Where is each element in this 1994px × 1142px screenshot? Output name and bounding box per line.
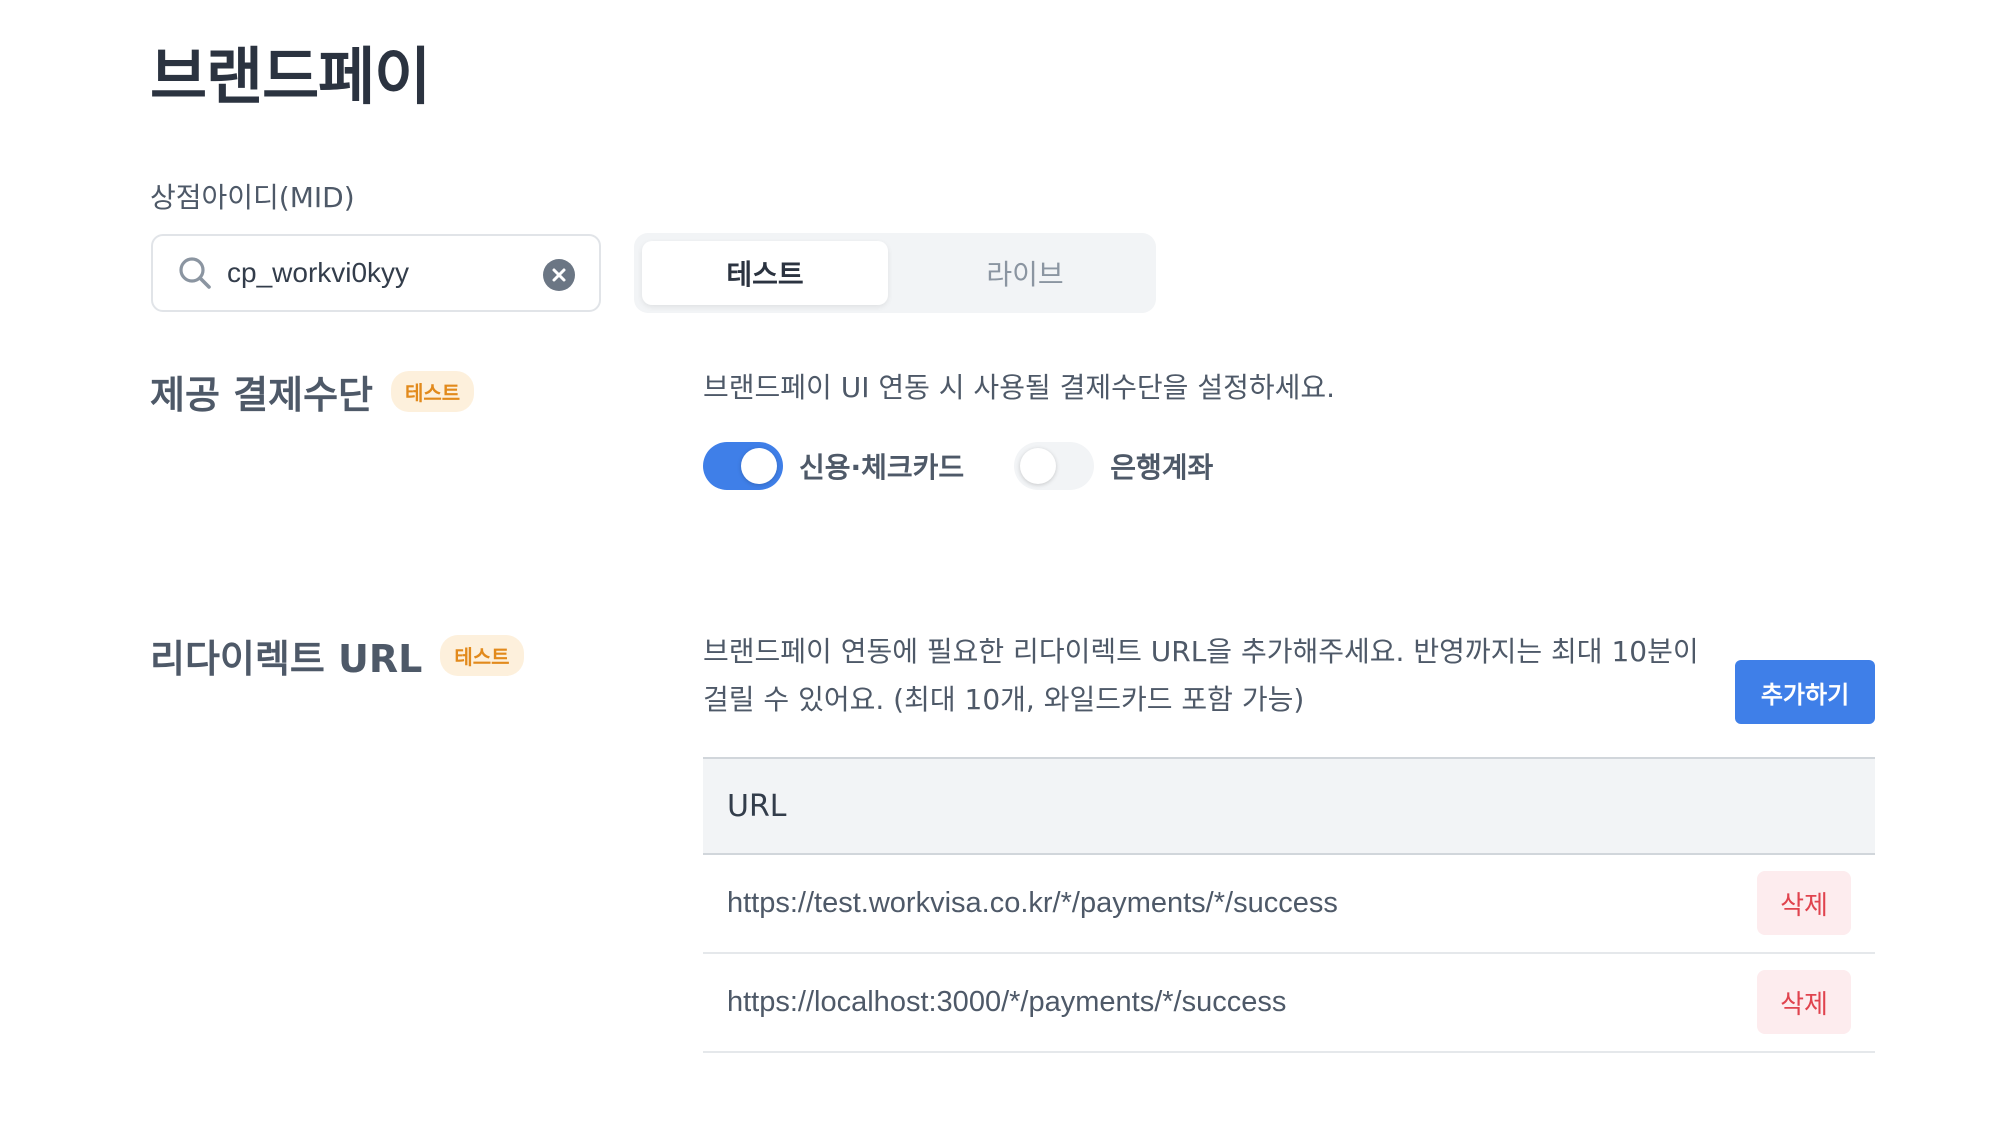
- mid-search-field[interactable]: [151, 234, 601, 312]
- delete-button[interactable]: 삭제: [1757, 871, 1851, 935]
- search-icon: [179, 257, 211, 289]
- card-toggle-label: 신용·체크카드: [799, 451, 965, 484]
- delete-button[interactable]: 삭제: [1757, 970, 1851, 1034]
- payment-methods-title: 제공 결제수단 테스트: [150, 364, 475, 419]
- card-toggle[interactable]: [703, 442, 783, 490]
- tab-live[interactable]: 라이브: [902, 241, 1148, 305]
- table-row: https://test.workvisa.co.kr/*/payments/*…: [703, 855, 1875, 954]
- bank-account-toggle[interactable]: [1014, 442, 1095, 490]
- table-header-url: URL: [703, 757, 1875, 855]
- payment-methods-description: 브랜드페이 UI 연동 시 사용될 결제수단을 설정하세요.: [703, 371, 1336, 404]
- url-cell: https://test.workvisa.co.kr/*/payments/*…: [727, 887, 1338, 919]
- mid-label: 상점아이디(MID): [150, 181, 355, 214]
- redirect-url-title-text: 리다이렉트 URL: [150, 637, 423, 681]
- url-cell: https://localhost:3000/*/payments/*/succ…: [727, 986, 1287, 1018]
- test-badge: 테스트: [391, 371, 475, 412]
- close-circle-icon[interactable]: [543, 259, 575, 291]
- redirect-description-line-1: 브랜드페이 연동에 필요한 리다이렉트 URL을 추가해주세요. 반영까지는 최…: [703, 635, 1699, 668]
- redirect-url-description: 브랜드페이 연동에 필요한 리다이렉트 URL을 추가해주세요. 반영까지는 최…: [703, 628, 1699, 724]
- payment-method-toggles: 신용·체크카드 은행계좌: [703, 442, 1263, 490]
- add-url-button[interactable]: 추가하기: [1735, 660, 1875, 724]
- bank-account-toggle-label: 은행계좌: [1110, 451, 1214, 484]
- tab-test[interactable]: 테스트: [642, 241, 888, 305]
- toggle-knob: [741, 448, 777, 484]
- mode-segmented-control: 테스트 라이브: [634, 233, 1156, 313]
- mid-input[interactable]: [227, 257, 527, 289]
- page-title: 브랜드페이: [150, 40, 431, 113]
- redirect-description-line-2: 걸릴 수 있어요. (최대 10개, 와일드카드 포함 가능): [703, 683, 1305, 716]
- redirect-url-table: URL https://test.workvisa.co.kr/*/paymen…: [703, 757, 1875, 1053]
- redirect-url-title: 리다이렉트 URL 테스트: [150, 628, 524, 683]
- brandpay-settings-page: 브랜드페이 상점아이디(MID) 테스트 라이브 제공 결제수단 테스트 브랜드…: [0, 0, 1994, 1142]
- toggle-knob: [1020, 448, 1057, 484]
- table-row: https://localhost:3000/*/payments/*/succ…: [703, 954, 1875, 1053]
- payment-methods-title-text: 제공 결제수단: [150, 373, 373, 417]
- test-badge: 테스트: [440, 635, 524, 676]
